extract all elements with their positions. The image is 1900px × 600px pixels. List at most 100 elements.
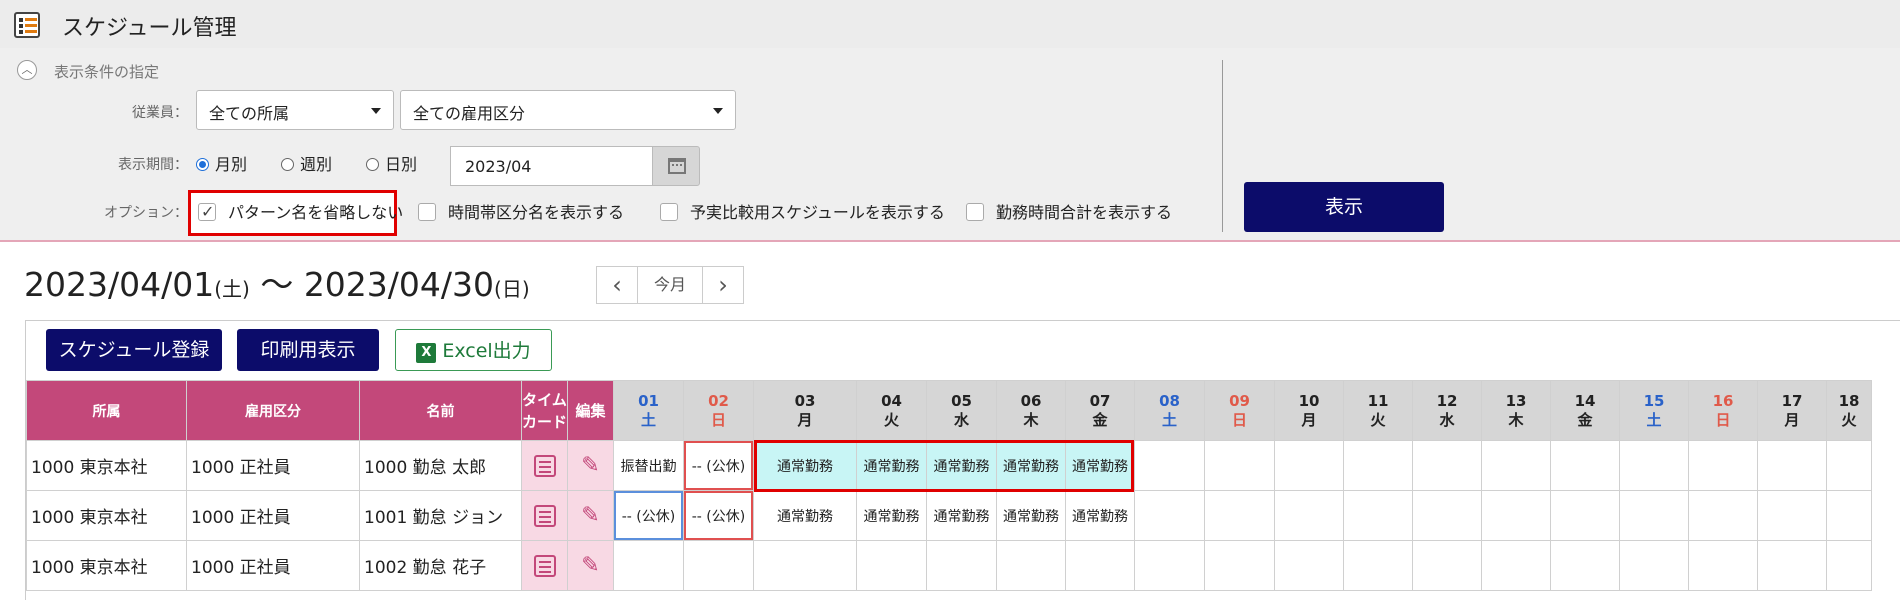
schedule-cell[interactable] [1134, 490, 1205, 541]
schedule-cell[interactable] [1204, 440, 1275, 491]
option-time-zone-name[interactable]: 時間帯区分名を表示する [418, 199, 624, 223]
schedule-cell[interactable] [856, 540, 927, 591]
schedule-cell[interactable] [1826, 440, 1872, 491]
option-label-2: 予実比較用スケジュールを表示する [690, 203, 945, 222]
schedule-cell[interactable]: 通常勤務 [926, 490, 997, 541]
option-plan-actual-schedule[interactable]: 予実比較用スケジュールを表示する [660, 199, 945, 223]
timecard-icon[interactable] [533, 504, 556, 527]
date-input[interactable]: 2023/04 [450, 146, 652, 186]
day-number: 03 [794, 391, 816, 410]
schedule-cell[interactable] [1274, 490, 1344, 541]
schedule-cell[interactable] [1204, 540, 1275, 591]
day-number: 18 [1838, 391, 1860, 410]
schedule-cell[interactable] [1550, 540, 1620, 591]
timecard-cell[interactable] [521, 440, 568, 491]
edit-cell[interactable]: ✎ [567, 440, 614, 491]
schedule-cell[interactable] [1757, 440, 1827, 491]
filter-divider [1222, 60, 1223, 232]
day-header-13: 13 木 [1481, 380, 1551, 441]
schedule-cell[interactable] [1550, 440, 1620, 491]
schedule-cell[interactable] [926, 540, 997, 591]
schedule-cell[interactable] [1204, 490, 1275, 541]
schedule-cell[interactable] [1688, 540, 1758, 591]
schedule-cell[interactable]: 通常勤務 [1065, 440, 1135, 491]
schedule-cell[interactable] [1826, 540, 1872, 591]
day-number: 01 [638, 391, 659, 410]
current-month-button[interactable]: 今月 [637, 266, 703, 304]
schedule-cell[interactable] [1826, 490, 1872, 541]
schedule-cell[interactable]: 通常勤務 [753, 490, 857, 541]
pencil-icon[interactable]: ✎ [581, 503, 599, 528]
schedule-cell[interactable] [613, 540, 684, 591]
schedule-cell[interactable] [996, 540, 1066, 591]
schedule-cell[interactable] [1688, 440, 1758, 491]
schedule-cell[interactable] [1343, 540, 1413, 591]
schedule-cell[interactable] [1757, 490, 1827, 541]
day-header-05: 05 水 [926, 380, 997, 441]
schedule-cell[interactable] [753, 540, 857, 591]
schedule-cell[interactable] [1134, 540, 1205, 591]
timecard-cell[interactable] [521, 540, 568, 591]
edit-cell[interactable]: ✎ [567, 540, 614, 591]
schedule-cell[interactable] [1412, 540, 1482, 591]
pencil-icon[interactable]: ✎ [581, 553, 599, 578]
schedule-cell[interactable] [1550, 490, 1620, 541]
collapse-chevron-up-icon[interactable]: ︿ [17, 60, 37, 80]
schedule-cell[interactable]: -- (公休) [613, 490, 684, 541]
schedule-cell[interactable]: 通常勤務 [1065, 490, 1135, 541]
day-weekday: 土 [640, 410, 656, 429]
schedule-cell[interactable] [1412, 490, 1482, 541]
edit-cell[interactable]: ✎ [567, 490, 614, 541]
excel-export-button[interactable]: X Excel出力 [395, 329, 552, 371]
schedule-cell[interactable]: 通常勤務 [996, 440, 1066, 491]
employment-select[interactable]: 全ての雇用区分 [400, 90, 736, 130]
schedule-cell[interactable]: 通常勤務 [856, 490, 927, 541]
schedule-cell[interactable] [1274, 440, 1344, 491]
schedule-cell[interactable] [1481, 490, 1551, 541]
option-work-hours-total[interactable]: 勤務時間合計を表示する [966, 199, 1172, 223]
timecard-icon[interactable] [533, 454, 556, 477]
schedule-cell[interactable]: -- (公休) [683, 490, 754, 541]
schedule-cell[interactable] [1619, 540, 1689, 591]
schedule-cell[interactable] [1274, 540, 1344, 591]
option-full-pattern-name[interactable]: パターン名を省略しない [198, 199, 403, 223]
department-select[interactable]: 全ての所属 [196, 90, 394, 130]
prev-month-chevron-left-icon[interactable]: ‹ [596, 266, 638, 304]
schedule-cell[interactable] [1065, 540, 1135, 591]
schedule-cell[interactable] [1481, 440, 1551, 491]
show-button[interactable]: 表示 [1244, 182, 1444, 232]
schedule-cell[interactable] [1688, 490, 1758, 541]
chevron-down-icon [713, 108, 723, 114]
radio-weekly[interactable]: 週別 [281, 151, 332, 175]
schedule-cell[interactable] [1619, 440, 1689, 491]
schedule-cell[interactable]: 振替出勤 [613, 440, 684, 491]
schedule-cell[interactable] [1343, 490, 1413, 541]
checkbox-icon [660, 203, 678, 221]
schedule-cell[interactable] [1757, 540, 1827, 591]
timecard-cell[interactable] [521, 490, 568, 541]
pencil-icon[interactable]: ✎ [581, 453, 599, 478]
schedule-cell[interactable] [1134, 440, 1205, 491]
schedule-cell[interactable] [1343, 440, 1413, 491]
radio-daily-label: 日別 [385, 155, 418, 174]
schedule-cell[interactable] [1619, 490, 1689, 541]
day-header-16: 16 日 [1688, 380, 1758, 441]
schedule-cell[interactable]: 通常勤務 [996, 490, 1066, 541]
schedule-register-button[interactable]: スケジュール登録 [46, 329, 222, 371]
day-weekday: 月 [1784, 410, 1800, 429]
day-header-12: 12 水 [1412, 380, 1482, 441]
schedule-cell[interactable] [1412, 440, 1482, 491]
schedule-cell[interactable] [1481, 540, 1551, 591]
schedule-cell[interactable]: 通常勤務 [926, 440, 997, 491]
next-month-chevron-right-icon[interactable]: › [702, 266, 744, 304]
schedule-cell[interactable] [683, 540, 754, 591]
radio-daily[interactable]: 日別 [366, 151, 417, 175]
calendar-button[interactable] [652, 146, 700, 186]
radio-monthly[interactable]: 月別 [196, 151, 247, 175]
schedule-cell[interactable]: 通常勤務 [856, 440, 927, 491]
schedule-cell[interactable]: -- (公休) [683, 440, 754, 491]
print-view-button[interactable]: 印刷用表示 [237, 329, 379, 371]
radio-unselected-icon [366, 158, 379, 171]
schedule-cell[interactable]: 通常勤務 [753, 440, 857, 491]
timecard-icon[interactable] [533, 554, 556, 577]
